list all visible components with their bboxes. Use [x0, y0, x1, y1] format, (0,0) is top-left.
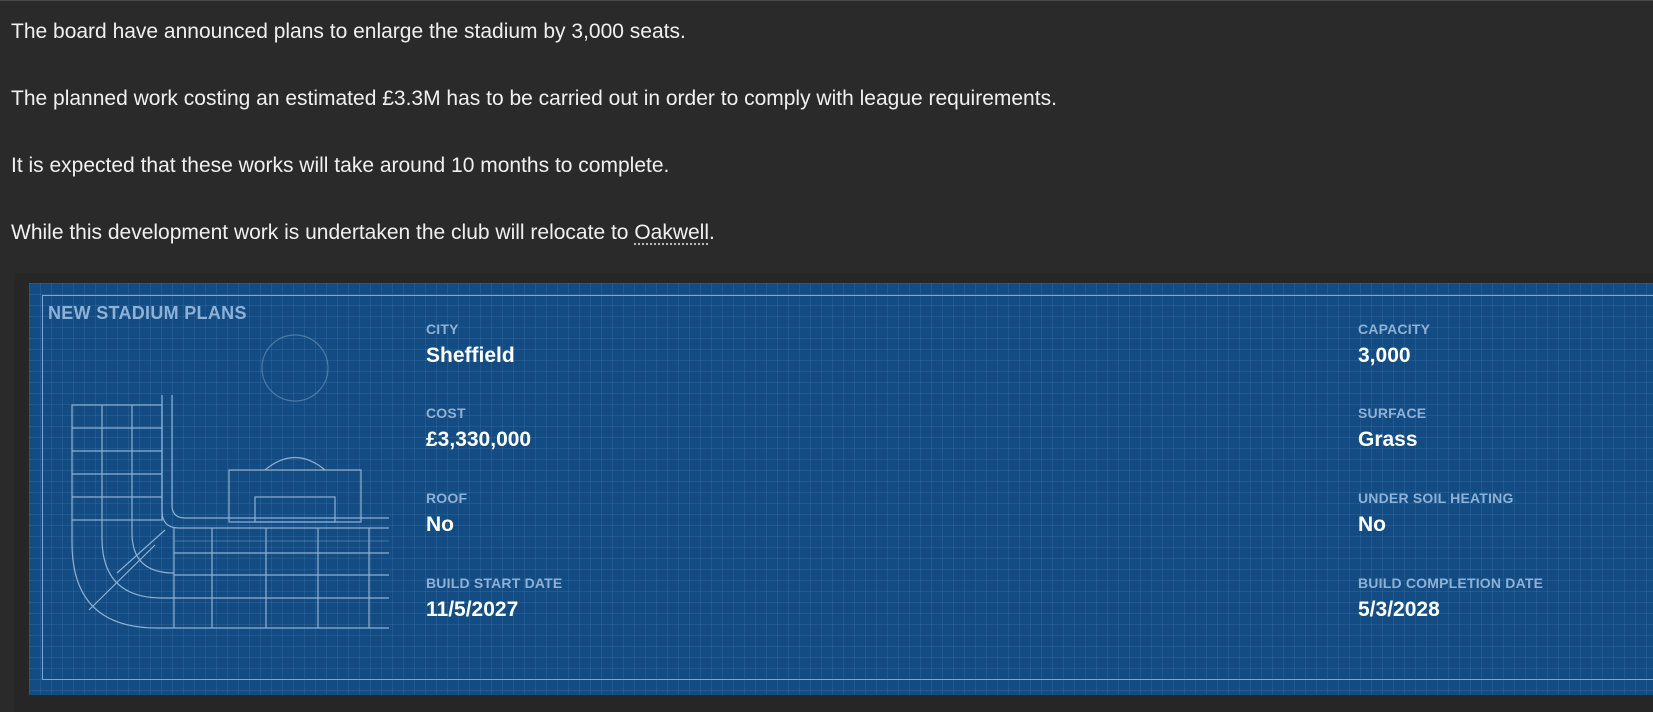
capacity-label: CAPACITY — [1358, 321, 1431, 337]
capacity-value: 3,000 — [1358, 344, 1411, 367]
surface-value: Grass — [1358, 428, 1418, 451]
stadium-plans-title: NEW STADIUM PLANS — [48, 303, 247, 323]
field-city: CITY Sheffield — [426, 321, 515, 369]
stadium-plans-panel: NEW STADIUM PLANS CITY Sheffield CAPACIT… — [14, 273, 1653, 712]
cost-label: COST — [426, 405, 466, 421]
city-value: Sheffield — [426, 344, 515, 367]
build-completion-date-value: 5/3/2028 — [1358, 598, 1440, 621]
field-build-completion-date: BUILD COMPLETION DATE 5/3/2028 — [1358, 575, 1543, 623]
message-paragraph: The board have announced plans to enlarg… — [11, 20, 686, 43]
news-message-body: The board have announced plans to enlarg… — [11, 16, 1631, 284]
build-start-date-value: 11/5/2027 — [426, 598, 519, 621]
city-label: CITY — [426, 321, 459, 337]
stadium-link-oakwell[interactable]: Oakwell — [634, 221, 709, 244]
field-roof: ROOF No — [426, 490, 467, 538]
field-surface: SURFACE Grass — [1358, 405, 1426, 453]
field-capacity: CAPACITY 3,000 — [1358, 321, 1430, 369]
top-divider — [0, 0, 1653, 1]
field-under-soil-heating: UNDER SOIL HEATING No — [1358, 490, 1514, 538]
blueprint-card: NEW STADIUM PLANS CITY Sheffield CAPACIT… — [29, 283, 1653, 695]
stadium-blueprint-drawing — [71, 334, 389, 629]
build-completion-date-label: BUILD COMPLETION DATE — [1358, 575, 1544, 591]
under-soil-heating-label: UNDER SOIL HEATING — [1358, 490, 1514, 506]
under-soil-heating-value: No — [1358, 513, 1386, 536]
roof-value: No — [426, 513, 454, 536]
roof-label: ROOF — [426, 490, 468, 506]
relocation-text: While this development work is undertake… — [11, 221, 635, 244]
message-paragraph: The planned work costing an estimated £3… — [11, 87, 1057, 110]
surface-label: SURFACE — [1358, 405, 1427, 421]
field-cost: COST £3,330,000 — [426, 405, 531, 453]
message-paragraph-relocation: While this development work is undertake… — [11, 217, 1631, 249]
build-start-date-label: BUILD START DATE — [426, 575, 563, 591]
field-build-start-date: BUILD START DATE 11/5/2027 — [426, 575, 562, 623]
relocation-text-end: . — [709, 221, 715, 244]
message-paragraph: It is expected that these works will tak… — [11, 154, 670, 177]
cost-value: £3,330,000 — [426, 428, 532, 451]
